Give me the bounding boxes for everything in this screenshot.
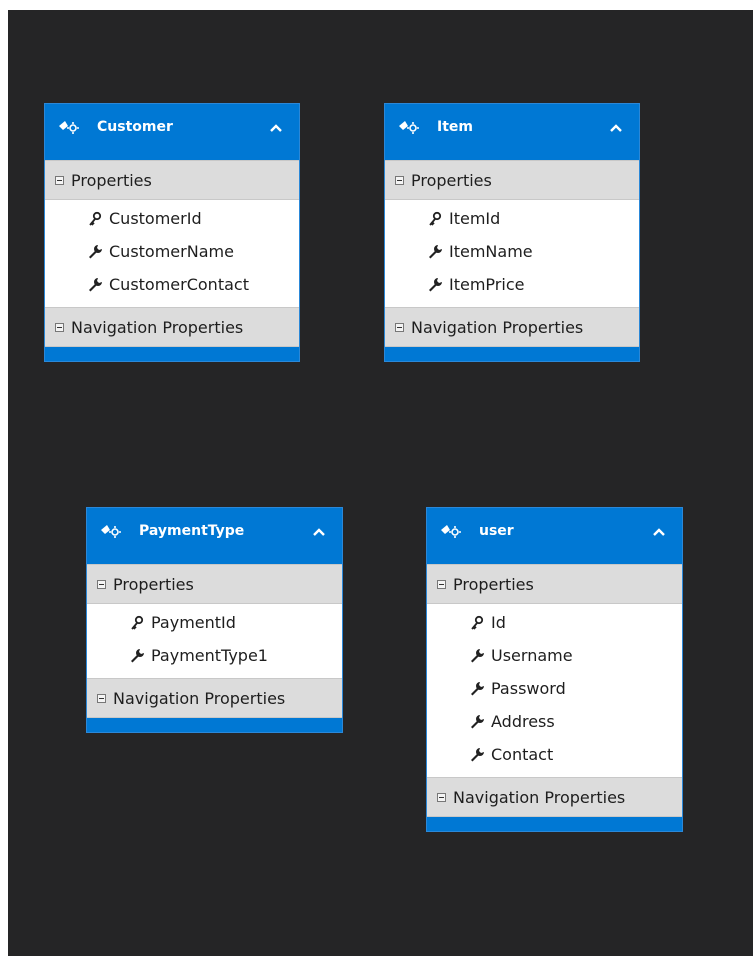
wrench-icon xyxy=(471,648,484,662)
chevron-up-icon[interactable] xyxy=(310,523,328,541)
section-label: Properties xyxy=(71,170,152,190)
entity-header[interactable]: user xyxy=(427,508,682,564)
property-item[interactable]: Username xyxy=(427,639,682,672)
property-name: CustomerName xyxy=(109,242,234,261)
wrench-icon xyxy=(131,648,144,662)
entity-icon xyxy=(399,121,419,134)
property-item[interactable]: CustomerName xyxy=(45,235,299,268)
section-label: Navigation Properties xyxy=(113,688,286,708)
property-item[interactable]: PaymentType1 xyxy=(87,639,342,672)
navigation-section-header[interactable]: Navigation Properties xyxy=(87,678,342,718)
property-list: Id Username Password Address Contact xyxy=(427,604,682,777)
section-label: Navigation Properties xyxy=(71,317,244,337)
collapse-icon[interactable] xyxy=(437,792,446,802)
key-icon xyxy=(471,615,484,630)
key-icon xyxy=(429,211,442,226)
entity-footer xyxy=(87,718,342,732)
properties-section-header[interactable]: Properties xyxy=(427,564,682,604)
wrench-icon xyxy=(471,681,484,695)
chevron-up-icon[interactable] xyxy=(650,523,668,541)
property-item[interactable]: ItemPrice xyxy=(385,268,639,301)
entity-icon xyxy=(441,525,461,538)
property-name: CustomerId xyxy=(109,209,202,228)
property-item[interactable]: CustomerContact xyxy=(45,268,299,301)
entity-paymenttype[interactable]: PaymentType Properties PaymentId Payment… xyxy=(86,507,343,733)
wrench-icon xyxy=(89,277,102,291)
entity-footer xyxy=(45,347,299,361)
property-item[interactable]: ItemName xyxy=(385,235,639,268)
property-name: Id xyxy=(491,613,506,632)
property-list: PaymentId PaymentType1 xyxy=(87,604,342,678)
property-name: Contact xyxy=(491,745,554,764)
entity-title: PaymentType xyxy=(139,523,245,539)
entity-footer xyxy=(427,817,682,831)
properties-section-header[interactable]: Properties xyxy=(87,564,342,604)
wrench-icon xyxy=(471,747,484,761)
entity-icon xyxy=(59,121,79,134)
property-name: ItemId xyxy=(449,209,501,228)
entity-footer xyxy=(385,347,639,361)
properties-section-header[interactable]: Properties xyxy=(45,160,299,200)
entity-header[interactable]: Customer xyxy=(45,104,299,160)
wrench-icon xyxy=(429,244,442,258)
property-item[interactable]: Address xyxy=(427,705,682,738)
collapse-icon[interactable] xyxy=(395,322,404,332)
property-name: CustomerContact xyxy=(109,275,249,294)
property-name: Password xyxy=(491,679,566,698)
navigation-section-header[interactable]: Navigation Properties xyxy=(45,307,299,347)
entity-header[interactable]: Item xyxy=(385,104,639,160)
section-label: Navigation Properties xyxy=(453,787,626,807)
entity-user[interactable]: user Properties Id Username Password Add… xyxy=(426,507,683,832)
chevron-up-icon[interactable] xyxy=(267,119,285,137)
collapse-icon[interactable] xyxy=(97,693,106,703)
property-name: ItemName xyxy=(449,242,533,261)
properties-section-header[interactable]: Properties xyxy=(385,160,639,200)
property-item[interactable]: Id xyxy=(427,606,682,639)
collapse-icon[interactable] xyxy=(97,579,106,589)
section-label: Navigation Properties xyxy=(411,317,584,337)
section-label: Properties xyxy=(113,574,194,594)
navigation-section-header[interactable]: Navigation Properties xyxy=(385,307,639,347)
entity-header[interactable]: PaymentType xyxy=(87,508,342,564)
collapse-icon[interactable] xyxy=(395,175,404,185)
entity-title: user xyxy=(479,523,514,539)
property-list: CustomerId CustomerName CustomerContact xyxy=(45,200,299,307)
collapse-icon[interactable] xyxy=(55,322,64,332)
entity-title: Item xyxy=(437,119,473,135)
section-label: Properties xyxy=(453,574,534,594)
property-item[interactable]: PaymentId xyxy=(87,606,342,639)
property-name: Username xyxy=(491,646,573,665)
entity-customer[interactable]: Customer Properties CustomerId CustomerN… xyxy=(44,103,300,362)
section-label: Properties xyxy=(411,170,492,190)
property-name: ItemPrice xyxy=(449,275,525,294)
property-list: ItemId ItemName ItemPrice xyxy=(385,200,639,307)
navigation-section-header[interactable]: Navigation Properties xyxy=(427,777,682,817)
wrench-icon xyxy=(89,244,102,258)
entity-item[interactable]: Item Properties ItemId ItemName ItemPric… xyxy=(384,103,640,362)
chevron-up-icon[interactable] xyxy=(607,119,625,137)
collapse-icon[interactable] xyxy=(437,579,446,589)
wrench-icon xyxy=(429,277,442,291)
key-icon xyxy=(89,211,102,226)
property-name: PaymentType1 xyxy=(151,646,268,665)
collapse-icon[interactable] xyxy=(55,175,64,185)
property-item[interactable]: Password xyxy=(427,672,682,705)
property-item[interactable]: ItemId xyxy=(385,202,639,235)
property-name: PaymentId xyxy=(151,613,236,632)
entity-title: Customer xyxy=(97,119,173,135)
entity-icon xyxy=(101,525,121,538)
property-item[interactable]: Contact xyxy=(427,738,682,771)
designer-canvas[interactable]: Customer Properties CustomerId CustomerN… xyxy=(8,10,753,956)
property-item[interactable]: CustomerId xyxy=(45,202,299,235)
key-icon xyxy=(131,615,144,630)
property-name: Address xyxy=(491,712,555,731)
wrench-icon xyxy=(471,714,484,728)
